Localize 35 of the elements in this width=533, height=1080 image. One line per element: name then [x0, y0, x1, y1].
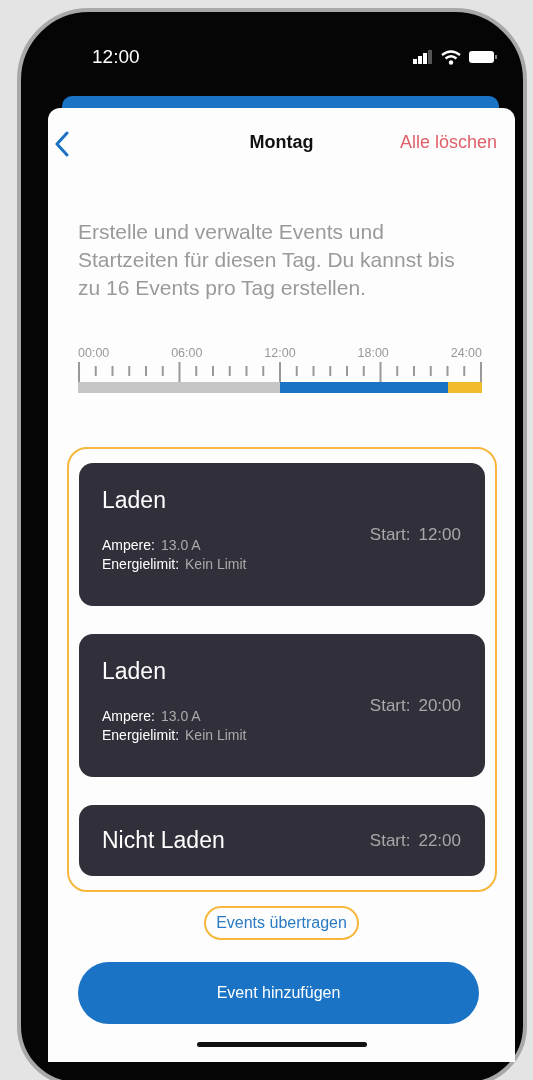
start-time: 20:00	[418, 696, 461, 715]
back-icon[interactable]	[54, 131, 70, 157]
start-time: 12:00	[418, 525, 461, 544]
detail-value: Kein Limit	[185, 727, 247, 743]
time-label: 18:00	[357, 346, 389, 360]
delete-all-link[interactable]: Alle löschen	[399, 131, 497, 153]
event-title: Laden	[102, 487, 167, 514]
detail-label: Ampere:	[102, 708, 155, 724]
add-event-button[interactable]: Event hinzufügen	[78, 962, 479, 1024]
detail-label: Ampere:	[102, 537, 155, 553]
start-label: Start:	[369, 696, 411, 715]
battery-icon	[469, 50, 497, 64]
event-card[interactable]: Laden Ampere: 13.0 A Energielimit: Kein Limit Start: 12:00	[79, 463, 485, 606]
detail-label: Energielimit:	[102, 727, 180, 743]
signal-icon	[413, 50, 433, 64]
event-card[interactable]: Laden Ampere: 13.0 A Energielimit: Kein Limit Start: 20:00	[79, 634, 485, 777]
detail-label: Energielimit:	[102, 556, 180, 572]
description-text: Erstelle und verwalte Events und Startzeiten für diesen Tag. Du kannst bis zu 16 Events pro Tag erstellen.	[78, 219, 456, 301]
transfer-events-link[interactable]: Events übertragen	[204, 906, 359, 940]
detail-value: 13.0 A	[160, 537, 201, 553]
detail-value: Kein Limit	[185, 556, 247, 572]
start-label: Start:	[369, 525, 411, 544]
screen-title: Montag	[249, 131, 314, 153]
time-label: 00:00	[78, 346, 110, 360]
event-title: Nicht Laden	[102, 827, 225, 854]
status-time: 12:00	[92, 46, 140, 68]
wifi-icon	[441, 49, 461, 65]
time-label: 12:00	[264, 346, 296, 360]
time-label: 06:00	[171, 346, 203, 360]
detail-value: 13.0 A	[160, 708, 201, 724]
time-label: 24:00	[450, 346, 482, 360]
event-card[interactable]: Nicht Laden Start: 22:00	[79, 805, 485, 876]
start-label: Start:	[369, 830, 411, 850]
start-time: 22:00	[418, 830, 461, 850]
event-title: Laden	[102, 658, 167, 685]
